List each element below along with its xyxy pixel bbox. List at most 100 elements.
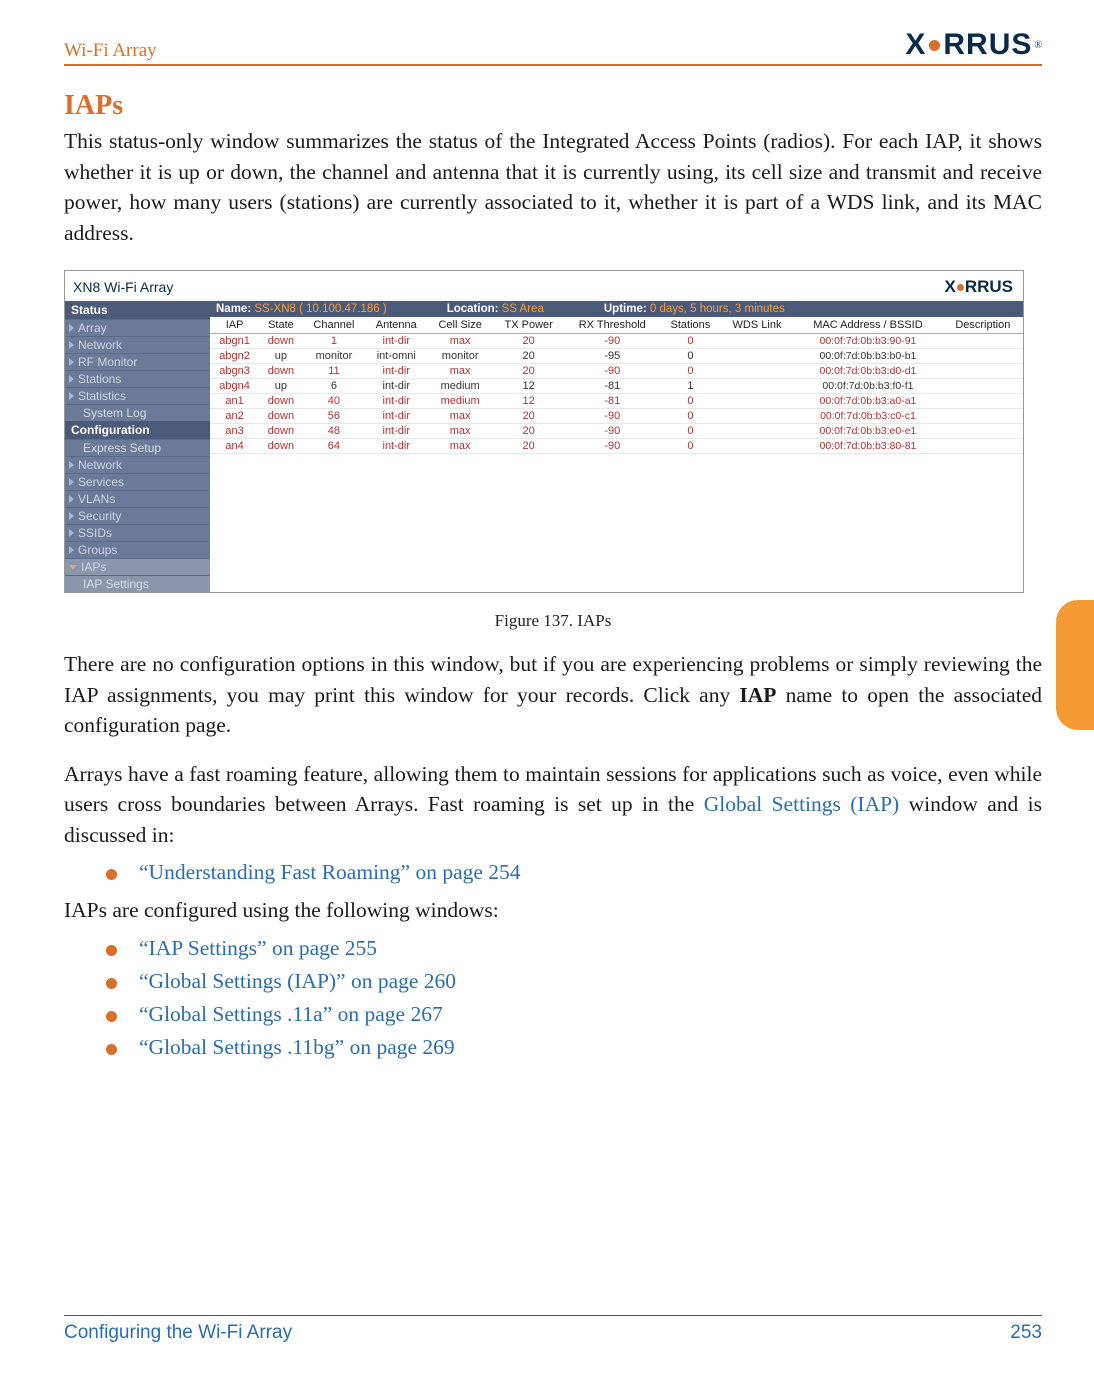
nav-item-iap-settings: IAP Settings bbox=[65, 575, 210, 592]
nav-item: Groups bbox=[65, 541, 210, 558]
table-cell: 00:0f:7d:0b:b3:f0-f1 bbox=[793, 379, 942, 394]
table-column-header: Antenna bbox=[365, 317, 427, 334]
table-cell bbox=[943, 439, 1023, 454]
table-cell[interactable]: abgn1 bbox=[210, 334, 259, 349]
table-cell: medium bbox=[427, 394, 492, 409]
table-column-header: Description bbox=[943, 317, 1023, 334]
table-cell: 1 bbox=[660, 379, 721, 394]
table-column-header: MAC Address / BSSID bbox=[793, 317, 942, 334]
table-cell: 00:0f:7d:0b:b3:90-91 bbox=[793, 334, 942, 349]
table-cell: up bbox=[259, 379, 303, 394]
table-row: abgn1down1int-dirmax20-90000:0f:7d:0b:b3… bbox=[210, 334, 1023, 349]
nav-item: Network bbox=[65, 456, 210, 473]
table-column-header: TX Power bbox=[493, 317, 565, 334]
table-cell: 20 bbox=[493, 334, 565, 349]
table-cell bbox=[943, 409, 1023, 424]
table-cell: 1 bbox=[303, 334, 365, 349]
bullet-link[interactable]: “Global Settings .11bg” on page 269 bbox=[139, 1035, 455, 1060]
table-cell: max bbox=[427, 409, 492, 424]
table-cell[interactable]: abgn3 bbox=[210, 364, 259, 379]
nav-item: Services bbox=[65, 473, 210, 490]
bullet-link[interactable]: “Global Settings .11a” on page 267 bbox=[139, 1002, 443, 1027]
table-cell: 0 bbox=[660, 349, 721, 364]
table-cell bbox=[943, 424, 1023, 439]
table-cell bbox=[721, 409, 793, 424]
table-cell: 00:0f:7d:0b:b3:b0-b1 bbox=[793, 349, 942, 364]
table-cell[interactable]: abgn4 bbox=[210, 379, 259, 394]
link-global-settings-iap[interactable]: Global Settings (IAP) bbox=[704, 792, 900, 816]
table-cell: 12 bbox=[493, 394, 565, 409]
paragraph-2: There are no configuration options in th… bbox=[64, 649, 1042, 741]
figure-logo: XRRUS bbox=[944, 277, 1013, 297]
table-cell: 00:0f:7d:0b:b3:a0-a1 bbox=[793, 394, 942, 409]
table-cell: 20 bbox=[493, 409, 565, 424]
table-cell[interactable]: an4 bbox=[210, 439, 259, 454]
bullet-dot-icon bbox=[106, 978, 117, 989]
table-cell[interactable]: an3 bbox=[210, 424, 259, 439]
figure-nav-sidebar: Status Array Network RF Monitor Stations… bbox=[65, 301, 210, 592]
table-cell bbox=[721, 394, 793, 409]
table-cell: 0 bbox=[660, 394, 721, 409]
table-cell: 20 bbox=[493, 364, 565, 379]
table-cell: 00:0f:7d:0b:b3:c0-c1 bbox=[793, 409, 942, 424]
table-cell bbox=[721, 364, 793, 379]
bullet-link[interactable]: “IAP Settings” on page 255 bbox=[139, 936, 377, 961]
table-cell[interactable]: an2 bbox=[210, 409, 259, 424]
table-column-header: RX Threshold bbox=[565, 317, 661, 334]
table-cell bbox=[943, 334, 1023, 349]
table-cell: 00:0f:7d:0b:b3:e0-e1 bbox=[793, 424, 942, 439]
bullet-item: “Global Settings (IAP)” on page 260 bbox=[106, 969, 1042, 994]
nav-item: System Log bbox=[65, 404, 210, 421]
table-cell bbox=[721, 379, 793, 394]
bullet-dot-icon bbox=[106, 945, 117, 956]
table-cell: 40 bbox=[303, 394, 365, 409]
page-footer: Configuring the Wi-Fi Array 253 bbox=[64, 1315, 1042, 1344]
table-column-header: Cell Size bbox=[427, 317, 492, 334]
bullet-dot-icon bbox=[106, 1011, 117, 1022]
figure-iap-table: IAPStateChannelAntennaCell SizeTX PowerR… bbox=[210, 317, 1023, 454]
bullet-item: “Global Settings .11bg” on page 269 bbox=[106, 1035, 1042, 1060]
table-cell: 56 bbox=[303, 409, 365, 424]
table-column-header: Stations bbox=[660, 317, 721, 334]
bullet-list-2: “IAP Settings” on page 255 “Global Settin… bbox=[106, 936, 1042, 1060]
table-cell bbox=[721, 424, 793, 439]
paragraph-4: IAPs are configured using the following … bbox=[64, 895, 1042, 926]
brand-logo: XRRUS® bbox=[905, 28, 1042, 62]
nav-header-config: Configuration bbox=[65, 421, 210, 439]
header-title: Wi-Fi Array bbox=[64, 40, 157, 62]
table-cell: 0 bbox=[660, 424, 721, 439]
nav-item: Stations bbox=[65, 370, 210, 387]
table-cell: 64 bbox=[303, 439, 365, 454]
bullet-item: “Global Settings .11a” on page 267 bbox=[106, 1002, 1042, 1027]
table-row: an4down64int-dirmax20-90000:0f:7d:0b:b3:… bbox=[210, 439, 1023, 454]
bullet-link[interactable]: “Understanding Fast Roaming” on page 254 bbox=[139, 860, 521, 885]
nav-item: Security bbox=[65, 507, 210, 524]
table-cell[interactable]: abgn2 bbox=[210, 349, 259, 364]
nav-item: Network bbox=[65, 336, 210, 353]
table-cell: 20 bbox=[493, 424, 565, 439]
bullet-item: “IAP Settings” on page 255 bbox=[106, 936, 1042, 961]
bullet-link[interactable]: “Global Settings (IAP)” on page 260 bbox=[139, 969, 456, 994]
figure-info-bar: Name: SS-XN8 ( 10.100.47.186 ) Location:… bbox=[210, 301, 1023, 317]
table-cell: int-dir bbox=[365, 424, 427, 439]
figure-caption: Figure 137. IAPs bbox=[64, 611, 1042, 631]
table-cell: down bbox=[259, 334, 303, 349]
table-cell: 6 bbox=[303, 379, 365, 394]
figure-screenshot: XN8 Wi-Fi Array XRRUS Status Array Netwo… bbox=[64, 270, 1024, 593]
table-row: abgn3down11int-dirmax20-90000:0f:7d:0b:b… bbox=[210, 364, 1023, 379]
nav-header-status: Status bbox=[65, 301, 210, 319]
table-cell: max bbox=[427, 424, 492, 439]
table-cell: down bbox=[259, 439, 303, 454]
table-cell: monitor bbox=[427, 349, 492, 364]
table-cell: 0 bbox=[660, 439, 721, 454]
table-cell: monitor bbox=[303, 349, 365, 364]
table-cell: 0 bbox=[660, 409, 721, 424]
table-cell: 48 bbox=[303, 424, 365, 439]
nav-item: Statistics bbox=[65, 387, 210, 404]
table-cell bbox=[943, 394, 1023, 409]
nav-item: SSIDs bbox=[65, 524, 210, 541]
table-cell: -90 bbox=[565, 334, 661, 349]
table-cell[interactable]: an1 bbox=[210, 394, 259, 409]
table-cell: 0 bbox=[660, 364, 721, 379]
table-cell: 20 bbox=[493, 349, 565, 364]
